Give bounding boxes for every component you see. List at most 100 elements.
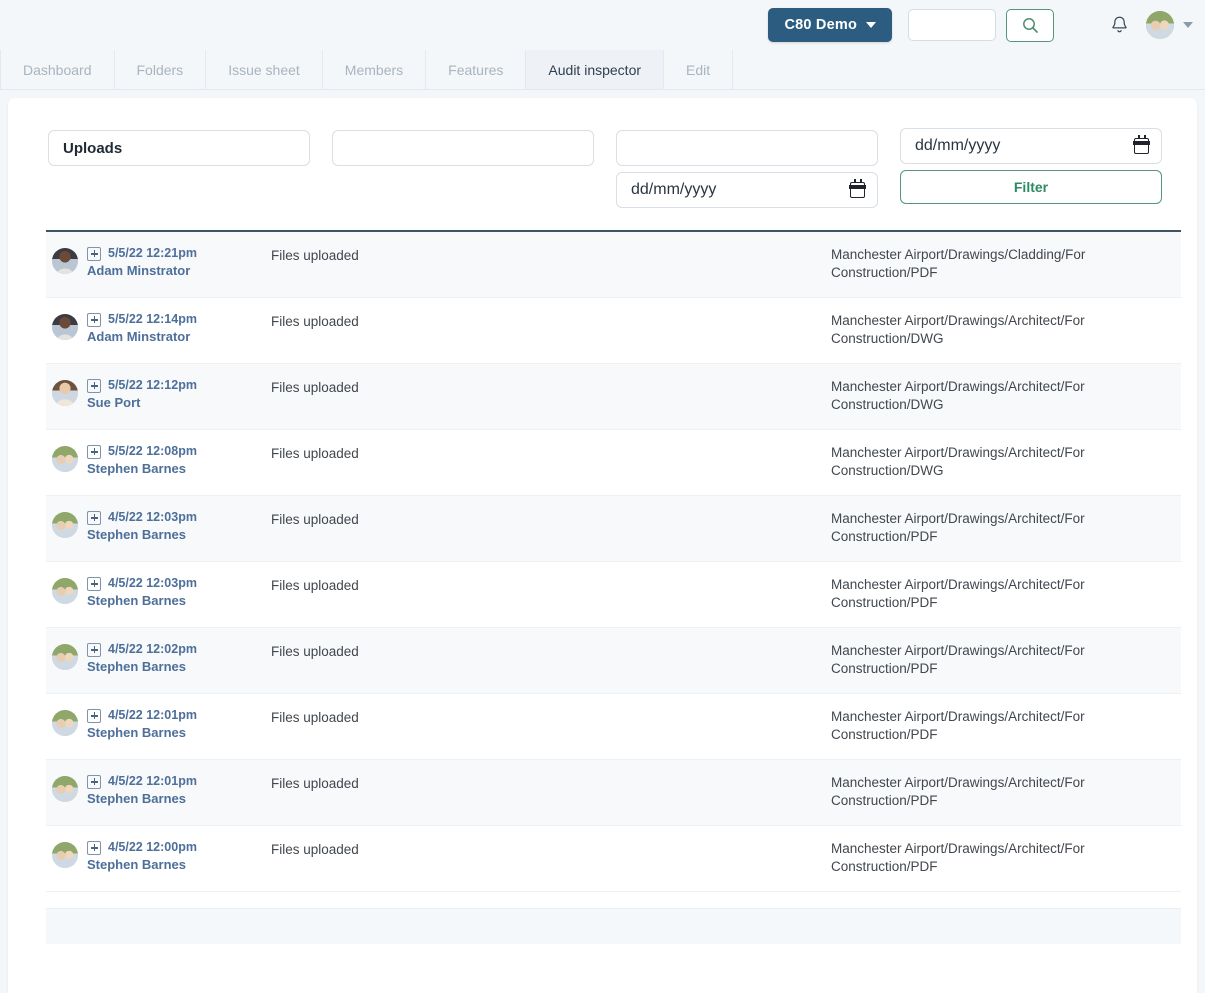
row-user-cell: 5/5/22 12:14pm Adam Minstrator: [46, 312, 271, 345]
row-action: Files uploaded: [271, 776, 359, 791]
expand-row-icon[interactable]: [87, 642, 101, 657]
expand-row-icon[interactable]: [87, 708, 101, 723]
filter-button[interactable]: Filter: [900, 170, 1162, 204]
row-username[interactable]: Stephen Barnes: [87, 725, 197, 741]
table-row[interactable]: 5/5/22 12:12pm Sue Port Files uploaded Manc…: [46, 364, 1181, 430]
row-user-cell: 4/5/22 12:01pm Stephen Barnes: [46, 708, 271, 741]
audit-inspector-panel: dd/mm/yyyy dd/mm/yyyy Filter 5/5/22 12:2…: [8, 98, 1197, 993]
chevron-down-icon: [1183, 22, 1193, 28]
row-username[interactable]: Stephen Barnes: [87, 791, 197, 807]
row-user-cell: 5/5/22 12:08pm Stephen Barnes: [46, 444, 271, 477]
tab-members[interactable]: Members: [323, 50, 427, 89]
org-switcher-button[interactable]: C80 Demo: [768, 8, 892, 42]
row-path: Manchester Airport/Drawings/Architect/Fo…: [831, 841, 1085, 875]
row-username[interactable]: Stephen Barnes: [87, 527, 197, 543]
expand-row-icon[interactable]: [87, 312, 101, 327]
row-username[interactable]: Sue Port: [87, 395, 197, 411]
row-user-cell: 4/5/22 12:00pm Stephen Barnes: [46, 840, 271, 873]
row-action: Files uploaded: [271, 446, 359, 461]
row-timestamp: 4/5/22 12:01pm: [108, 708, 197, 722]
expand-row-icon[interactable]: [87, 840, 101, 855]
avatar: [52, 380, 78, 406]
search-icon: [1022, 17, 1039, 34]
table-row[interactable]: 5/5/22 12:21pm Adam Minstrator Files uploa…: [46, 232, 1181, 298]
tab-issue-sheet[interactable]: Issue sheet: [206, 50, 323, 89]
tab-label: Folders: [136, 61, 184, 78]
tab-audit-inspector[interactable]: Audit inspector: [526, 50, 665, 89]
user-menu[interactable]: [1146, 11, 1193, 39]
row-username[interactable]: Adam Minstrator: [87, 329, 197, 345]
calendar-icon[interactable]: [1133, 135, 1150, 154]
avatar: [52, 248, 78, 274]
row-user-cell: 5/5/22 12:12pm Sue Port: [46, 378, 271, 411]
tab-folders[interactable]: Folders: [115, 50, 207, 89]
tab-features[interactable]: Features: [426, 50, 527, 89]
tab-label: Members: [344, 61, 404, 78]
row-timestamp: 4/5/22 12:03pm: [108, 510, 197, 524]
table-footer-row: [46, 908, 1181, 944]
row-action: Files uploaded: [271, 380, 359, 395]
row-timestamp: 5/5/22 12:12pm: [108, 378, 197, 392]
row-action: Files uploaded: [271, 842, 359, 857]
row-username[interactable]: Adam Minstrator: [87, 263, 197, 279]
expand-row-icon[interactable]: [87, 246, 101, 261]
row-action: Files uploaded: [271, 644, 359, 659]
table-row[interactable]: 4/5/22 12:03pm Stephen Barnes Files upload…: [46, 496, 1181, 562]
row-action: Files uploaded: [271, 512, 359, 527]
event-type-input[interactable]: [48, 130, 310, 166]
expand-row-icon[interactable]: [87, 378, 101, 393]
row-user-cell: 5/5/22 12:21pm Adam Minstrator: [46, 246, 271, 279]
date-to-placeholder: dd/mm/yyyy: [915, 137, 1001, 154]
org-switcher-label: C80 Demo: [784, 17, 857, 33]
table-row[interactable]: 5/5/22 12:14pm Adam Minstrator Files uploa…: [46, 298, 1181, 364]
expand-row-icon[interactable]: [87, 510, 101, 525]
table-row[interactable]: 5/5/22 12:08pm Stephen Barnes Files upload…: [46, 430, 1181, 496]
tab-label: Dashboard: [23, 61, 92, 78]
expand-row-icon[interactable]: [87, 774, 101, 789]
tab-dashboard[interactable]: Dashboard: [0, 50, 115, 89]
calendar-icon[interactable]: [849, 179, 866, 198]
search-button[interactable]: [1006, 8, 1054, 42]
row-timestamp: 5/5/22 12:08pm: [108, 444, 197, 458]
table-row[interactable]: 4/5/22 12:01pm Stephen Barnes Files upload…: [46, 760, 1181, 826]
row-path: Manchester Airport/Drawings/Cladding/For…: [831, 247, 1086, 281]
row-user-cell: 4/5/22 12:03pm Stephen Barnes: [46, 510, 271, 543]
tab-edit[interactable]: Edit: [664, 50, 734, 89]
table-row[interactable]: 4/5/22 12:03pm Stephen Barnes Files upload…: [46, 562, 1181, 628]
expand-row-icon[interactable]: [87, 444, 101, 459]
row-action: Files uploaded: [271, 314, 359, 329]
audit-table: 5/5/22 12:21pm Adam Minstrator Files uploa…: [8, 230, 1197, 944]
table-row[interactable]: 4/5/22 12:00pm Stephen Barnes Files upload…: [46, 826, 1181, 892]
row-path: Manchester Airport/Drawings/Architect/Fo…: [831, 775, 1085, 809]
row-username[interactable]: Stephen Barnes: [87, 461, 197, 477]
row-action: Files uploaded: [271, 578, 359, 593]
row-path: Manchester Airport/Drawings/Architect/Fo…: [831, 577, 1085, 611]
date-from-placeholder: dd/mm/yyyy: [631, 181, 717, 198]
row-username[interactable]: Stephen Barnes: [87, 593, 197, 609]
top-bar: C80 Demo: [0, 0, 1205, 50]
row-user-cell: 4/5/22 12:02pm Stephen Barnes: [46, 642, 271, 675]
table-row[interactable]: 4/5/22 12:02pm Stephen Barnes Files upload…: [46, 628, 1181, 694]
avatar: [52, 314, 78, 340]
row-timestamp: 4/5/22 12:03pm: [108, 576, 197, 590]
row-timestamp: 5/5/22 12:21pm: [108, 246, 197, 260]
table-body: 5/5/22 12:21pm Adam Minstrator Files uploa…: [46, 232, 1181, 892]
row-username[interactable]: Stephen Barnes: [87, 659, 197, 675]
row-timestamp: 4/5/22 12:01pm: [108, 774, 197, 788]
user-filter-input[interactable]: [332, 130, 594, 166]
notifications-bell-icon[interactable]: [1108, 14, 1130, 36]
filter-bar: dd/mm/yyyy dd/mm/yyyy Filter: [8, 98, 1197, 208]
tab-label: Features: [448, 61, 504, 78]
table-row[interactable]: 4/5/22 12:01pm Stephen Barnes Files upload…: [46, 694, 1181, 760]
date-to-input[interactable]: dd/mm/yyyy: [900, 128, 1162, 164]
keyword-filter-input[interactable]: [616, 130, 878, 166]
avatar: [52, 710, 78, 736]
avatar: [52, 512, 78, 538]
nav-tabs: Dashboard Folders Issue sheet Members Fe…: [0, 50, 1205, 90]
date-from-input[interactable]: dd/mm/yyyy: [616, 172, 878, 208]
search-input[interactable]: [908, 9, 996, 41]
row-timestamp: 5/5/22 12:14pm: [108, 312, 197, 326]
row-action: Files uploaded: [271, 710, 359, 725]
row-username[interactable]: Stephen Barnes: [87, 857, 197, 873]
expand-row-icon[interactable]: [87, 576, 101, 591]
